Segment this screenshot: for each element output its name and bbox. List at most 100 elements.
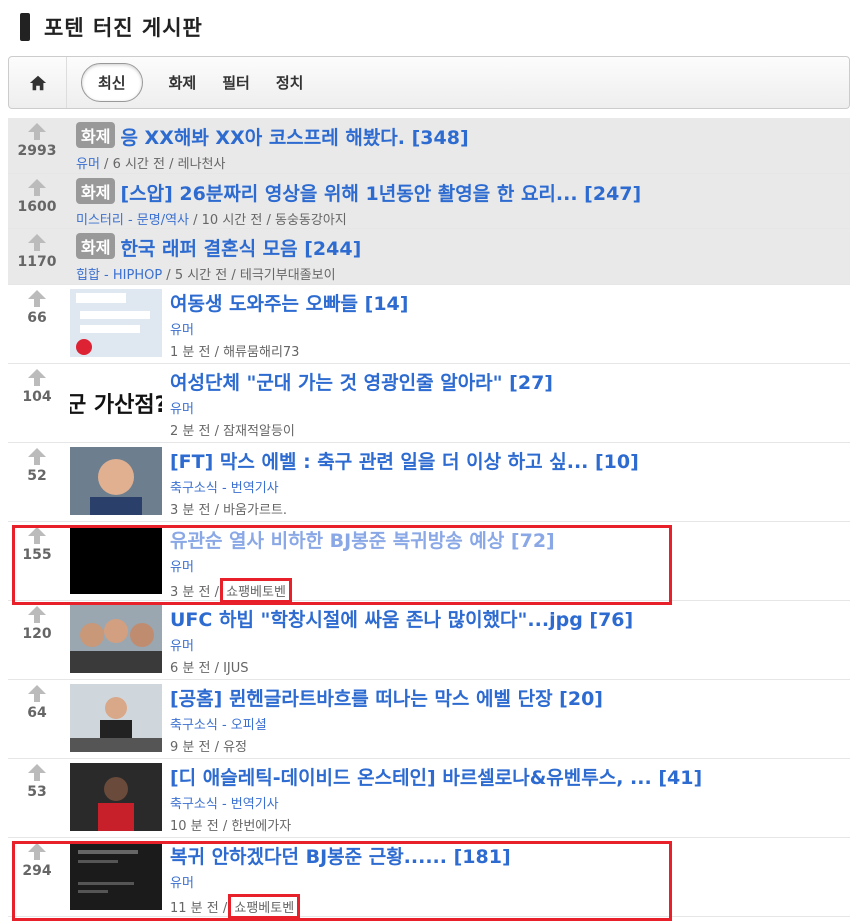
post-thumbnail[interactable]	[70, 288, 162, 357]
post-category[interactable]: 축구소식 - 번역기사	[170, 477, 846, 496]
post-title[interactable]: 화제 응 XX해봐 XX아 코스프레 해봤다. [348]	[76, 122, 846, 150]
post-title[interactable]: [공홈] 뮌헨글라트바흐를 떠나는 막스 에벨 단장 [20]	[170, 684, 846, 711]
post-category[interactable]: 유머	[170, 398, 846, 417]
list-item[interactable]: 53 [디 애슬레틱-데이비드 온스테인] 바르셀로나&유벤투스, ... [41…	[8, 759, 850, 838]
vote-box: 120	[8, 601, 66, 642]
list-item[interactable]: 104 군 가산점? 여성단체 "군대 가는 것 영광인줄 알아라" [27] 유머 2…	[8, 364, 850, 443]
post-title[interactable]: 화제 한국 래퍼 결혼식 모음 [244]	[76, 233, 846, 261]
post-category[interactable]: 축구소식 - 번역기사	[170, 793, 846, 812]
vote-count: 104	[22, 388, 52, 405]
post-category[interactable]: 유머	[170, 319, 846, 338]
tab-latest[interactable]: 최신	[81, 63, 143, 102]
upvote-arrow-stem	[34, 614, 40, 623]
hot-post-row[interactable]: 2993 화제 응 XX해봐 XX아 코스프레 해봤다. [348] 유머 / 6 시…	[8, 118, 850, 174]
post-meta: 3 분 전 / 쇼팽베토벤	[170, 577, 846, 603]
list-item[interactable]: 120 UFC 하빕 "학창시절에 싸움 존나 많이했다"...jpg [76] 유…	[8, 601, 850, 680]
vote-box: 53	[8, 759, 66, 800]
post-time-author: / 10 시간 전 / 동숭동강아지	[189, 212, 347, 228]
post-thumbnail[interactable]	[70, 525, 162, 594]
upvote-arrow-icon[interactable]	[28, 123, 46, 132]
post-meta: 미스터리 - 문명/역사 / 10 시간 전 / 동숭동강아지	[76, 209, 846, 228]
upvote-arrow-icon[interactable]	[28, 178, 46, 188]
post-title[interactable]: [디 애슬레틱-데이비드 온스테인] 바르셀로나&유벤투스, ... [41]	[170, 763, 846, 790]
post-thumbnail[interactable]	[70, 762, 162, 831]
upvote-arrow-icon[interactable]	[28, 447, 46, 457]
post-title-text[interactable]: [스압] 26분짜리 영상을 위해 1년동안 촬영을 한 요리... [247]	[120, 183, 641, 205]
vote-count: 52	[27, 467, 47, 484]
post-time-author: 6 분 전 / IJUS	[170, 660, 249, 676]
home-button[interactable]	[9, 57, 67, 108]
vote-box: 66	[8, 285, 66, 326]
post-title[interactable]: 복귀 안하겠다던 BJ봉준 근황...... [181]	[170, 842, 846, 869]
upvote-arrow-icon[interactable]	[28, 368, 46, 378]
upvote-arrow-icon[interactable]	[28, 289, 46, 299]
vote-count: 120	[22, 625, 52, 642]
vote-count: 1600	[17, 198, 57, 215]
post-thumbnail[interactable]	[70, 841, 162, 910]
hot-post-row[interactable]: 1170 화제 한국 래퍼 결혼식 모음 [244] 힙합 - HIPHOP / 5 …	[8, 229, 850, 285]
vote-count: 53	[27, 783, 47, 800]
post-category[interactable]: 축구소식 - 오피셜	[170, 714, 846, 733]
thumbnail-image	[70, 841, 162, 910]
vote-box: 104	[8, 364, 66, 405]
upvote-arrow-stem	[34, 693, 40, 702]
vote-count: 64	[27, 704, 47, 721]
thumbnail-image	[70, 446, 162, 515]
post-title[interactable]: UFC 하빕 "학창시절에 싸움 존나 많이했다"...jpg [76]	[170, 605, 846, 632]
post-title[interactable]: 여동생 도와주는 오빠들 [14]	[170, 289, 846, 316]
tab-politics[interactable]: 정치	[276, 72, 304, 93]
post-category[interactable]: 미스터리 - 문명/역사	[76, 213, 189, 228]
list-item[interactable]: 52 [FT] 막스 에벨 : 축구 관련 일을 더 이상 하고 싶... [10…	[8, 443, 850, 522]
vote-count: 294	[22, 862, 52, 879]
upvote-arrow-icon[interactable]	[28, 763, 46, 773]
list-item[interactable]: 155 유관순 열사 비하한 BJ봉준 복귀방송 예상 [72] 유머 3 분 전 /…	[8, 522, 850, 605]
post-category[interactable]: 유머	[170, 872, 846, 891]
post-title[interactable]: [FT] 막스 에벨 : 축구 관련 일을 더 이상 하고 싶... [10]	[170, 447, 846, 474]
thumbnail-image	[70, 683, 162, 752]
post-category[interactable]: 유머	[170, 556, 846, 575]
hot-post-row[interactable]: 1600 화제 [스압] 26분짜리 영상을 위해 1년동안 촬영을 한 요리...…	[8, 173, 850, 229]
upvote-arrow-icon[interactable]	[28, 842, 46, 852]
post-title[interactable]: 유관순 열사 비하한 BJ봉준 복귀방송 예상 [72]	[170, 526, 846, 553]
upvote-arrow-icon[interactable]	[28, 234, 46, 243]
post-author-highlighted[interactable]: 쇼팽베토벤	[220, 577, 292, 603]
list-item[interactable]: 294 복귀 안하겠다던 BJ봉준 근황...... [181] 유머 11 분 전 …	[8, 838, 850, 921]
upvote-arrow-stem	[34, 851, 40, 860]
list-item[interactable]: 66 여동생 도와주는 오빠들 [14] 유머 1 분 전 / 해류뭄해리73	[8, 285, 850, 364]
post-meta: 2 분 전 / 잠재적알등이	[170, 420, 846, 439]
upvote-arrow-icon[interactable]	[28, 684, 46, 694]
post-category[interactable]: 유머	[76, 157, 100, 172]
post-title[interactable]: 화제 [스압] 26분짜리 영상을 위해 1년동안 촬영을 한 요리... [24…	[76, 177, 846, 206]
post-thumbnail[interactable]	[70, 683, 162, 752]
hot-badge: 화제	[76, 177, 116, 204]
list-item[interactable]: 64 [공홈] 뮌헨글라트바흐를 떠나는 막스 에벨 단장 [20] 축구소식 - …	[8, 680, 850, 759]
vote-box: 1170	[8, 229, 66, 270]
post-content: 화제 [스압] 26분짜리 영상을 위해 1년동안 촬영을 한 요리... [24…	[76, 177, 846, 228]
vote-box: 64	[8, 680, 66, 721]
post-thumbnail[interactable]	[70, 446, 162, 515]
post-author-highlighted[interactable]: 쇼팽베토벤	[228, 893, 301, 919]
upvote-arrow-icon[interactable]	[28, 605, 46, 615]
post-title-text[interactable]: 응 XX해봐 XX아 코스프레 해봤다. [348]	[120, 127, 468, 149]
vote-count: 155	[22, 546, 52, 563]
post-thumbnail[interactable]	[70, 604, 162, 673]
title-bar-icon	[20, 13, 30, 41]
post-title-text[interactable]: 한국 래퍼 결혼식 모음 [244]	[120, 238, 361, 260]
post-category[interactable]: 힙합 - HIPHOP	[76, 268, 162, 283]
post-content: [공홈] 뮌헨글라트바흐를 떠나는 막스 에벨 단장 [20] 축구소식 - 오피…	[170, 684, 846, 755]
upvote-arrow-stem	[34, 132, 40, 140]
upvote-arrow-icon[interactable]	[28, 526, 46, 536]
page-title: 포텐 터진 게시판	[44, 16, 203, 40]
vote-box: 2993	[8, 118, 66, 159]
tab-filter[interactable]: 필터	[222, 72, 250, 93]
post-category[interactable]: 유머	[170, 635, 846, 654]
post-content: 복귀 안하겠다던 BJ봉준 근황...... [181] 유머 11 분 전 / 쇼…	[170, 842, 846, 919]
tab-hot[interactable]: 화제	[169, 72, 197, 93]
vote-count: 66	[27, 309, 47, 326]
post-title[interactable]: 여성단체 "군대 가는 것 영광인줄 알아라" [27]	[170, 368, 846, 395]
post-thumbnail[interactable]: 군 가산점?	[70, 367, 162, 436]
thumbnail-image	[70, 288, 162, 357]
post-content: 유관순 열사 비하한 BJ봉준 복귀방송 예상 [72] 유머 3 분 전 / 쇼팽…	[170, 526, 846, 603]
post-time: 3 분 전 /	[170, 584, 224, 600]
post-meta: 10 분 전 / 한번에가자	[170, 815, 846, 834]
